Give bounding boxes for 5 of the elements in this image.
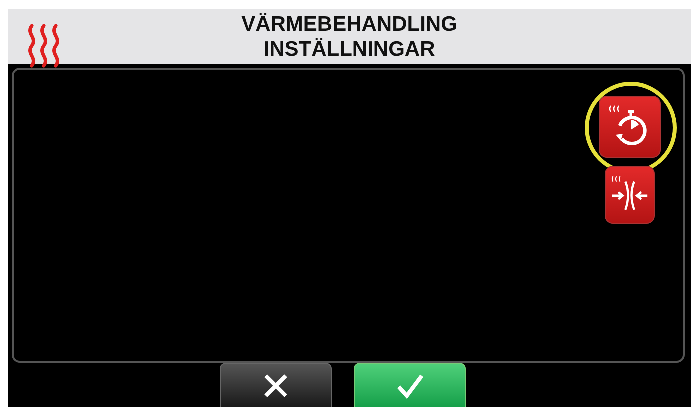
cancel-button[interactable] <box>220 363 332 407</box>
confirm-button[interactable] <box>354 363 466 407</box>
press-button[interactable] <box>605 166 655 224</box>
timer-button[interactable] <box>599 96 661 158</box>
screen-title: VÄRMEBEHANDLING INSTÄLLNINGAR <box>242 12 458 62</box>
